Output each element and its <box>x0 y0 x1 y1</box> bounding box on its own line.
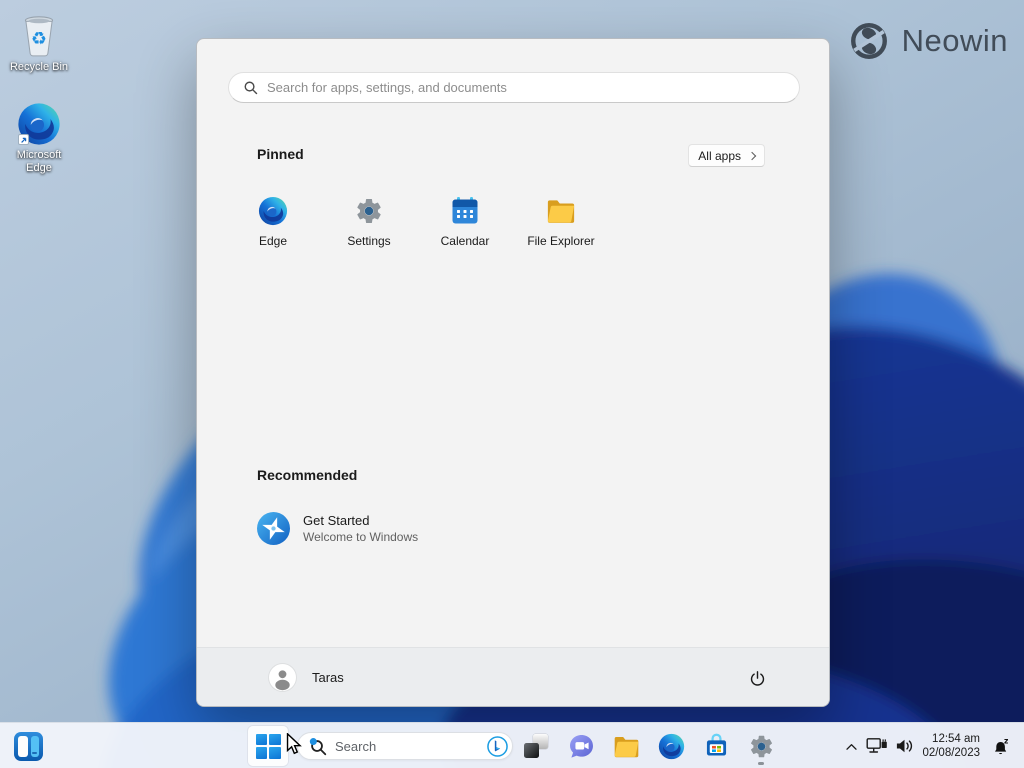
task-view-button[interactable] <box>516 726 556 766</box>
all-apps-button[interactable]: All apps <box>688 144 765 167</box>
chevron-right-icon <box>748 152 756 160</box>
tray-time: 12:54 am <box>922 732 980 746</box>
chat-button[interactable] <box>561 726 601 766</box>
pinned-app-edge[interactable]: Edge <box>225 187 321 271</box>
pinned-apps-grid: Edge Settings <box>225 187 609 271</box>
desktop-icon-recycle-bin[interactable]: ♻ Recycle Bin <box>1 12 77 74</box>
tray-date: 02/08/2023 <box>922 746 980 760</box>
file-explorer-icon <box>613 734 640 759</box>
taskbar: Search <box>0 722 1024 768</box>
search-icon <box>308 737 327 756</box>
search-icon <box>243 80 258 95</box>
neowin-watermark: Neowin <box>848 20 1008 62</box>
start-menu-footer: Taras <box>197 647 829 706</box>
user-profile-button[interactable]: Taras <box>259 659 354 696</box>
pinned-section-title: Pinned <box>257 146 304 162</box>
chevron-up-icon <box>845 742 858 751</box>
settings-gear-icon <box>354 196 384 226</box>
task-view-icon <box>524 734 548 758</box>
taskbar-search-placeholder: Search <box>335 739 479 754</box>
edge-button[interactable] <box>651 726 691 766</box>
desktop-icon-microsoft-edge[interactable]: Microsoft Edge <box>1 102 77 175</box>
shortcut-arrow-icon <box>18 134 29 145</box>
pinned-app-file-explorer[interactable]: File Explorer <box>513 187 609 271</box>
edge-icon <box>258 196 288 226</box>
recycle-bin-icon: ♻ <box>18 12 60 58</box>
widgets-icon <box>14 732 43 761</box>
start-menu: Pinned All apps Edge Settings <box>196 38 830 707</box>
recommended-item-title: Get Started <box>303 513 418 528</box>
desktop-icon-label: Recycle Bin <box>10 61 68 74</box>
power-icon <box>749 670 766 687</box>
get-started-compass-icon <box>257 512 290 545</box>
file-explorer-button[interactable] <box>606 726 646 766</box>
notification-bell-icon: z <box>992 737 1011 756</box>
settings-gear-icon <box>748 733 775 760</box>
clock[interactable]: 12:54 am 02/08/2023 <box>916 732 986 760</box>
folder-icon <box>546 196 576 226</box>
store-icon <box>703 733 730 760</box>
network-volume-button[interactable] <box>864 726 916 766</box>
calendar-icon <box>450 196 480 226</box>
chat-icon <box>568 733 595 760</box>
edge-icon <box>658 733 685 760</box>
network-ethernet-icon <box>866 737 888 755</box>
neowin-logo-icon <box>848 20 890 62</box>
start-search-box[interactable] <box>228 72 800 103</box>
system-tray: 12:54 am 02/08/2023 z <box>838 723 1024 768</box>
settings-button[interactable] <box>741 726 781 766</box>
desktop-wallpaper: Neowin ♻ Recycle Bin <box>0 0 1024 768</box>
tray-overflow-button[interactable] <box>838 726 864 766</box>
widgets-button[interactable] <box>8 726 48 766</box>
start-search-input[interactable] <box>267 80 799 95</box>
pinned-app-settings[interactable]: Settings <box>321 187 417 271</box>
store-button[interactable] <box>696 726 736 766</box>
taskbar-search-box[interactable]: Search <box>297 732 513 760</box>
recommended-item-subtitle: Welcome to Windows <box>303 530 418 544</box>
start-button[interactable] <box>248 726 288 766</box>
svg-text:z: z <box>1004 737 1008 745</box>
running-indicator <box>758 762 764 765</box>
svg-text:♻: ♻ <box>31 29 47 49</box>
recommended-item-get-started[interactable]: Get Started Welcome to Windows <box>245 499 525 557</box>
watermark-text: Neowin <box>902 23 1008 59</box>
desktop-icon-label: Microsoft Edge <box>17 149 62 175</box>
volume-icon <box>895 738 914 754</box>
pinned-app-calendar[interactable]: Calendar <box>417 187 513 271</box>
user-name: Taras <box>312 670 344 685</box>
recommended-section-title: Recommended <box>257 467 357 483</box>
power-button[interactable] <box>741 662 773 694</box>
avatar <box>269 664 296 691</box>
notification-center-button[interactable]: z <box>986 726 1016 766</box>
windows-start-icon <box>256 734 281 759</box>
bing-icon <box>487 736 508 757</box>
